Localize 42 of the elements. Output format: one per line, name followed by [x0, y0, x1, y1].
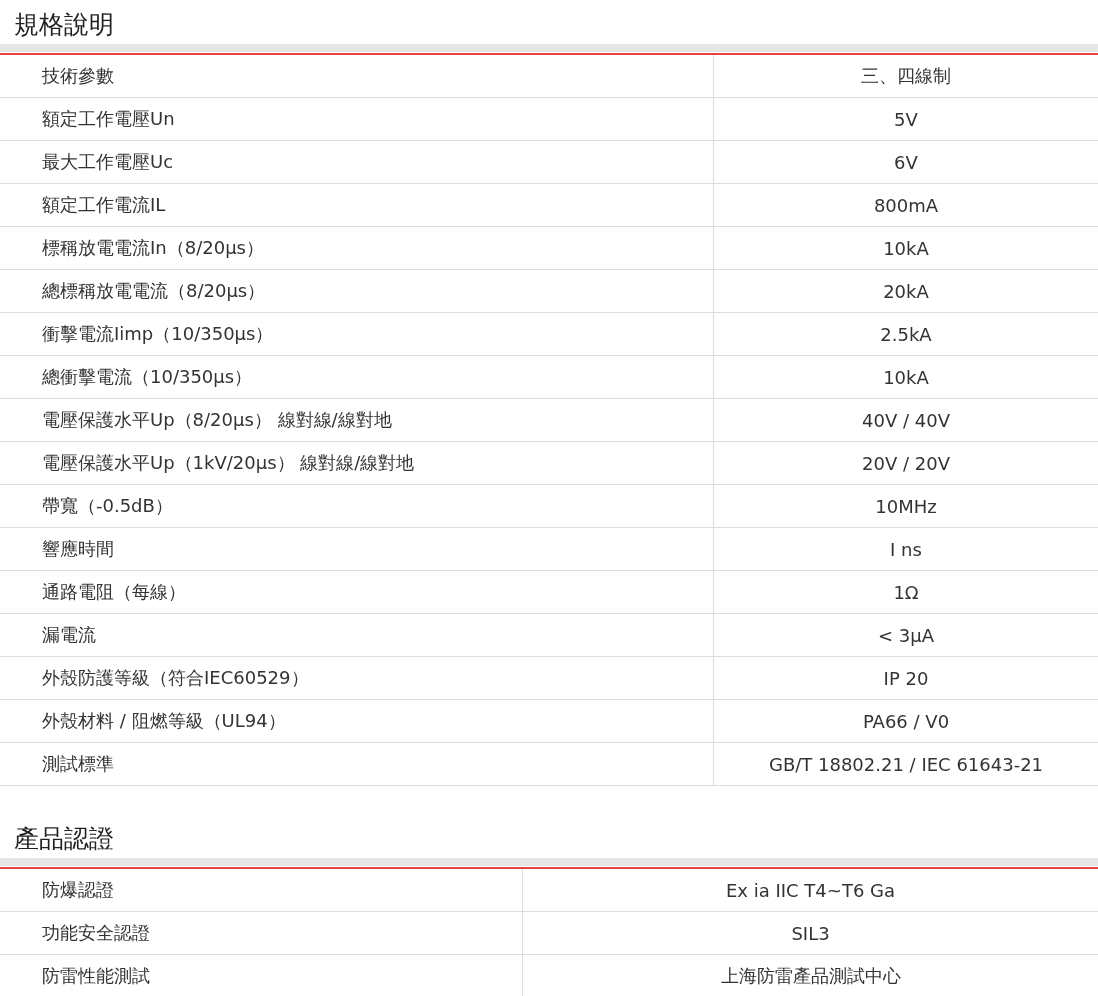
- spec-label: 電壓保護水平Up（8/20μs） 線對線/線對地: [0, 399, 714, 441]
- spec-value: IP 20: [882, 666, 930, 691]
- spec-label: 漏電流: [0, 614, 714, 656]
- spec-value: 三、四線制: [860, 64, 952, 88]
- spec-value: I ns: [889, 537, 923, 562]
- section-title: 產品認證: [13, 823, 115, 855]
- spec-value: 10kA: [882, 236, 930, 261]
- spec-value: 5V: [893, 107, 919, 132]
- spec-label: 外殼防護等級（符合IEC60529）: [0, 657, 714, 699]
- spec-label: 外殼材料 / 阻燃等級（UL94）: [0, 700, 714, 742]
- spec-label: 額定工作電壓Un: [0, 98, 714, 140]
- spec-label: 標稱放電電流In（8/20μs）: [0, 227, 714, 269]
- spec-value: PA66 / V0: [861, 709, 951, 734]
- spec-value: 20kA: [882, 279, 930, 304]
- spec-label: 防雷性能測試: [0, 955, 523, 996]
- spec-label: 電壓保護水平Up（1kV/20μs） 線對線/線對地: [0, 442, 714, 484]
- spec-value: 1Ω: [892, 580, 920, 605]
- spec-label: 衝擊電流Iimp（10/350μs）: [0, 313, 714, 355]
- spec-value: SIL3: [790, 921, 831, 946]
- section-title: 規格說明: [13, 9, 115, 41]
- spec-label: 通路電阻（每線）: [0, 571, 714, 613]
- spec-value: < 3μA: [877, 623, 935, 648]
- spec-value: 20V / 20V: [861, 451, 951, 476]
- spec-label: 總標稱放電電流（8/20μs）: [0, 270, 714, 312]
- spec-label: 測試標準: [0, 743, 714, 785]
- spec-label: 防爆認證: [0, 869, 523, 911]
- spec-value: 上海防雷產品測試中心: [719, 964, 902, 988]
- spec-value: 10MHz: [874, 494, 938, 519]
- spec-label: 帶寬（-0.5dB）: [0, 485, 714, 527]
- spec-value: 10kA: [882, 365, 930, 390]
- spec-value: 6V: [893, 150, 919, 175]
- spec-value: GB/T 18802.21 / IEC 61643-21: [767, 752, 1045, 777]
- spec-value: 40V / 40V: [861, 408, 951, 433]
- spec-label: 功能安全認證: [0, 912, 523, 954]
- spec-value: 800mA: [872, 193, 940, 218]
- spec-label: 總衝擊電流（10/350μs）: [0, 356, 714, 398]
- spec-label: 最大工作電壓Uc: [0, 141, 714, 183]
- spec-value: Ex ia IIC T4~T6 Ga: [724, 878, 897, 903]
- spec-label: 額定工作電流IL: [0, 184, 714, 226]
- spec-label: 技術參數: [0, 55, 714, 97]
- spec-value: 2.5kA: [879, 322, 933, 347]
- spec-label: 響應時間: [0, 528, 714, 570]
